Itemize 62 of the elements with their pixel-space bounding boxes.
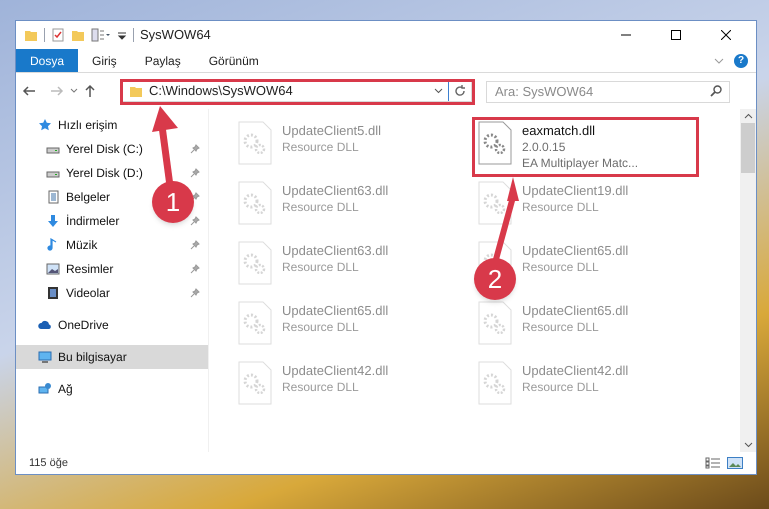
layout-icon[interactable] [91,28,111,42]
picture-icon [46,262,60,276]
pin-icon[interactable] [190,240,200,250]
recent-dropdown-icon[interactable] [70,88,78,94]
sidebar-item[interactable]: Hızlı erişim [38,116,118,134]
file-item[interactable]: eaxmatch.dll 2.0.0.15 EA Multiplayer Matc... [478,121,638,171]
pin-icon[interactable] [190,144,200,154]
download-icon [46,214,60,228]
sidebar-item[interactable]: Resimler [46,260,114,278]
document-icon [46,190,60,204]
sidebar-item[interactable]: Müzik [46,236,98,254]
video-icon [46,286,60,300]
window-title: SysWOW64 [140,26,211,44]
computer-icon [38,350,52,364]
sidebar-item[interactable]: Yerel Disk (C:) [46,140,143,158]
scroll-down-icon[interactable] [744,442,752,448]
star-icon [38,118,52,132]
cloud-icon [38,318,52,332]
search-field[interactable]: Ara: SysWOW64 [486,80,730,102]
gear-file-icon [238,241,272,285]
ribbon-tab[interactable]: Dosya [16,49,78,72]
help-button[interactable]: ? [734,54,748,68]
expand-ribbon-icon[interactable] [714,58,724,64]
search-icon [710,85,722,97]
gear-file-icon [478,181,512,225]
properties-icon[interactable] [51,28,65,42]
gear-file-icon [478,361,512,405]
back-icon[interactable] [22,85,36,97]
sidebar-item[interactable]: Yerel Disk (D:) [46,164,143,182]
address-path: C:\Windows\SysWOW64 [149,82,293,100]
gear-file-icon [238,301,272,345]
gear-file-icon [478,301,512,345]
details-view-icon[interactable] [705,457,721,469]
refresh-icon[interactable] [454,85,466,97]
scroll-up-icon[interactable] [744,113,752,119]
large-icons-view-icon[interactable] [727,457,743,469]
scrollbar[interactable] [740,109,756,452]
pin-icon[interactable] [190,264,200,274]
pin-icon[interactable] [190,288,200,298]
item-count: 115 öğe [29,456,68,471]
gear-file-icon [478,121,512,165]
pin-icon[interactable] [190,192,200,202]
scroll-thumb[interactable] [741,123,755,173]
network-icon [38,382,52,396]
close-icon [721,30,731,40]
sidebar-item[interactable]: OneDrive [38,316,109,334]
pin-icon[interactable] [190,168,200,178]
ribbon-tab[interactable]: Giriş [78,49,131,72]
ribbon-tab[interactable]: Paylaş [130,49,195,72]
ribbon-tab[interactable]: Görünüm [194,49,273,72]
sidebar-item[interactable]: Videolar [46,284,110,302]
sidebar-item[interactable]: Belgeler [46,188,110,206]
maximize-icon [671,30,681,40]
sidebar-item[interactable]: Ağ [38,380,73,398]
gear-file-icon [238,121,272,165]
folder-icon [129,84,143,98]
pin-icon[interactable] [190,216,200,226]
gear-file-icon [238,361,272,405]
up-icon[interactable] [84,84,96,98]
gear-file-icon [238,181,272,225]
history-dropdown-icon[interactable] [434,88,443,94]
sidebar-item[interactable]: İndirmeler [46,212,120,230]
